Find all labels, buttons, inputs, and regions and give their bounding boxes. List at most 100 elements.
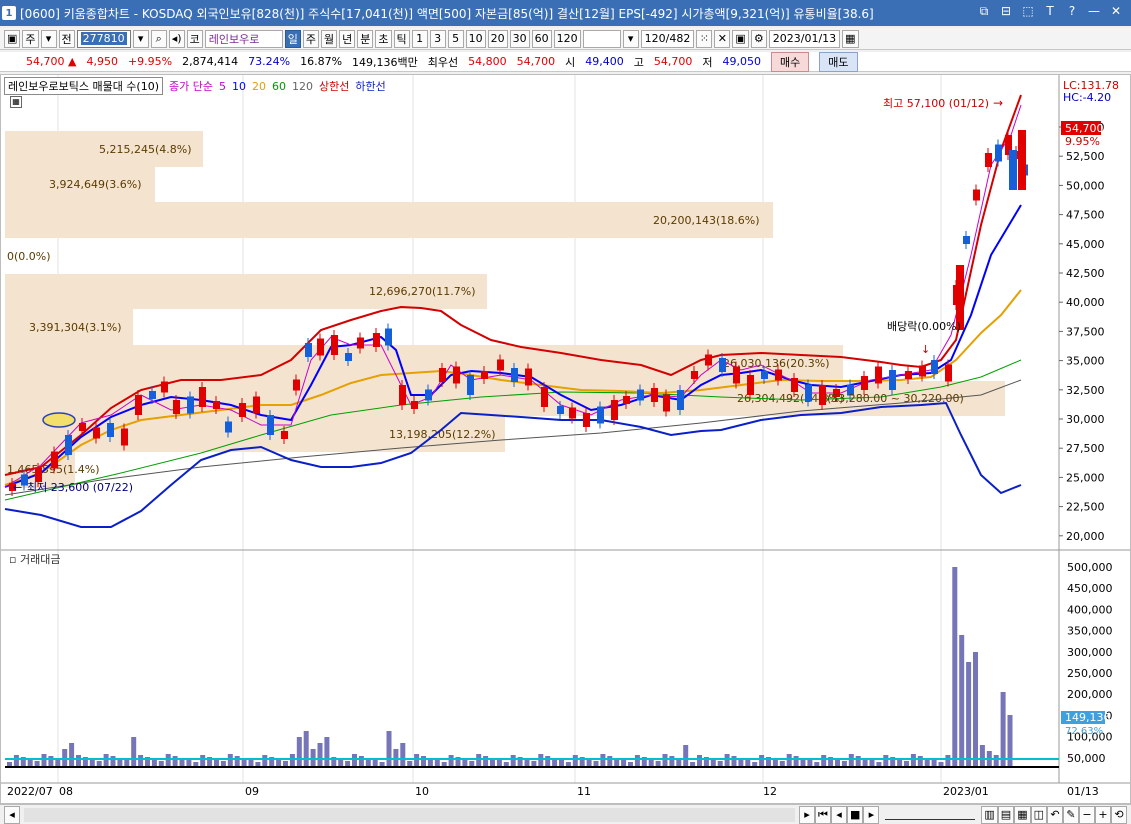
- crosshair-icon[interactable]: ✕: [714, 29, 731, 48]
- tool-icon-2[interactable]: ▤: [997, 805, 1015, 824]
- code-dropdown-icon[interactable]: ▾: [132, 29, 149, 48]
- value-bar: [462, 759, 468, 767]
- value-bar: [338, 759, 344, 767]
- value-bar: [483, 756, 489, 767]
- tool-icon-1[interactable]: ▥: [981, 805, 998, 824]
- value-bar: [869, 760, 875, 767]
- value-bar: [821, 755, 827, 767]
- date-input[interactable]: 2023/01/13: [768, 29, 841, 48]
- candle-body: [267, 415, 274, 435]
- undo-icon[interactable]: ↶: [1047, 805, 1063, 824]
- zoom-slider[interactable]: [885, 810, 976, 820]
- period-tick[interactable]: 틱: [393, 29, 410, 48]
- period-weekly[interactable]: 주: [302, 29, 320, 48]
- table-icon[interactable]: ▦: [10, 96, 22, 108]
- minimize-button[interactable]: —: [1087, 4, 1101, 18]
- help-icon[interactable]: ?: [1065, 4, 1079, 18]
- period-yearly[interactable]: 년: [339, 29, 356, 48]
- hc-value: HC:-4.20: [1063, 91, 1111, 104]
- name-prefix[interactable]: 코: [186, 29, 203, 48]
- next-icon[interactable]: ▸: [863, 805, 880, 824]
- value-bar: [165, 754, 171, 767]
- bid-price: 54,700: [516, 55, 556, 68]
- stop-icon[interactable]: ■: [846, 805, 864, 824]
- y-tick: 52,500: [1066, 150, 1105, 163]
- tool-icon-4[interactable]: ◫: [1030, 805, 1047, 824]
- value-bar: [883, 755, 889, 767]
- price-axis: LC:131.78 HC:-4.20 55,00052,50050,00047,…: [1059, 79, 1119, 543]
- first-page-icon[interactable]: ⏮: [814, 805, 831, 824]
- reset-icon[interactable]: ⟲: [1111, 805, 1127, 824]
- value-bar: [662, 754, 668, 767]
- zoom-in-icon[interactable]: +: [1095, 805, 1111, 824]
- profile-label: 5,215,245(4.8%): [99, 143, 192, 156]
- scroll-bar[interactable]: ◂ ▸ ⏮ ◂ ■ ▸ ▥ ▤ ▦ ◫ ↶ ✎ − + ⟲: [0, 804, 1131, 824]
- candle-body: [107, 423, 114, 437]
- sell-button[interactable]: 매도: [819, 51, 858, 72]
- stock-name-field[interactable]: 레인보우로: [204, 29, 283, 48]
- interval-120[interactable]: 120: [553, 29, 581, 48]
- tool-icon-3[interactable]: ▦: [1014, 805, 1031, 824]
- period-monthly[interactable]: 월: [321, 29, 338, 48]
- interval-3[interactable]: 3: [429, 29, 446, 48]
- save-icon[interactable]: ▣: [732, 29, 749, 48]
- candle-body: [253, 396, 260, 414]
- interval-custom-input[interactable]: [582, 29, 621, 48]
- split-icon[interactable]: ⊟: [999, 4, 1013, 18]
- value-bar: [786, 754, 792, 767]
- period-second[interactable]: 초: [375, 29, 392, 48]
- calendar-icon[interactable]: ▦: [842, 29, 859, 48]
- candle-body: [161, 381, 168, 393]
- candle-body: [425, 389, 432, 401]
- value-bar: [400, 743, 406, 767]
- interval-30[interactable]: 30: [509, 29, 530, 48]
- restore-layout-icon[interactable]: ⧉: [977, 4, 991, 18]
- trade-volume: 2,874,414: [182, 55, 239, 68]
- value-bar: [303, 731, 309, 767]
- candle-body: [747, 375, 754, 395]
- search-icon[interactable]: ⌕: [150, 29, 167, 48]
- period-selector[interactable]: 전: [58, 29, 75, 48]
- stock-code-input[interactable]: 277810: [76, 29, 131, 48]
- count-input[interactable]: 120/482: [640, 29, 695, 48]
- interval-60[interactable]: 60: [531, 29, 552, 48]
- interval-dropdown-icon[interactable]: ▾: [622, 29, 639, 48]
- market-selector[interactable]: 주: [22, 29, 39, 48]
- candle-body: [651, 388, 658, 402]
- grid-dots-icon[interactable]: ⁙: [696, 29, 713, 48]
- period-daily[interactable]: 일: [284, 29, 301, 48]
- interval-20[interactable]: 20: [487, 29, 508, 48]
- value-bar: [69, 743, 75, 767]
- value-bar: [414, 754, 420, 767]
- y-tick: 27,500: [1066, 442, 1105, 455]
- value-bar: [731, 756, 737, 767]
- pen-icon[interactable]: ✎: [1063, 805, 1079, 824]
- value-bar: [724, 754, 730, 767]
- prev-icon[interactable]: ◂: [830, 805, 847, 824]
- zoom-out-icon[interactable]: −: [1079, 805, 1095, 824]
- candle-body: [663, 394, 670, 412]
- chart-area[interactable]: 5,215,245(4.8%) 3,924,649(3.6%) 20,200,1…: [0, 74, 1131, 804]
- buy-button[interactable]: 매수: [771, 51, 810, 72]
- chevron-down-icon[interactable]: ▾: [40, 29, 57, 48]
- candle-body: [79, 423, 86, 431]
- indicator-name[interactable]: 레인보우로보틱스 매물대 수(10): [4, 77, 164, 95]
- scroll-left-icon[interactable]: ◂: [4, 805, 20, 824]
- period-minute[interactable]: 분: [357, 29, 374, 48]
- upper-band-label: 상한선: [319, 80, 350, 93]
- window-icon[interactable]: ⬚: [1021, 4, 1035, 18]
- stock-list-icon[interactable]: ▣: [4, 29, 21, 48]
- value-bar: [772, 759, 778, 767]
- close-button[interactable]: ✕: [1109, 4, 1123, 18]
- value-bar: [103, 754, 109, 767]
- interval-10[interactable]: 10: [465, 29, 486, 48]
- value-bar: [434, 760, 440, 767]
- interval-5[interactable]: 5: [447, 29, 464, 48]
- text-tool-icon[interactable]: T: [1043, 4, 1057, 18]
- scroll-track[interactable]: [24, 807, 795, 822]
- speaker-icon[interactable]: ◂): [168, 29, 185, 48]
- scroll-right-icon[interactable]: ▸: [798, 805, 815, 824]
- price-chart-svg[interactable]: 5,215,245(4.8%) 3,924,649(3.6%) 20,200,1…: [1, 75, 1130, 803]
- interval-1[interactable]: 1: [411, 29, 428, 48]
- settings-gear-icon[interactable]: ⚙: [750, 29, 767, 48]
